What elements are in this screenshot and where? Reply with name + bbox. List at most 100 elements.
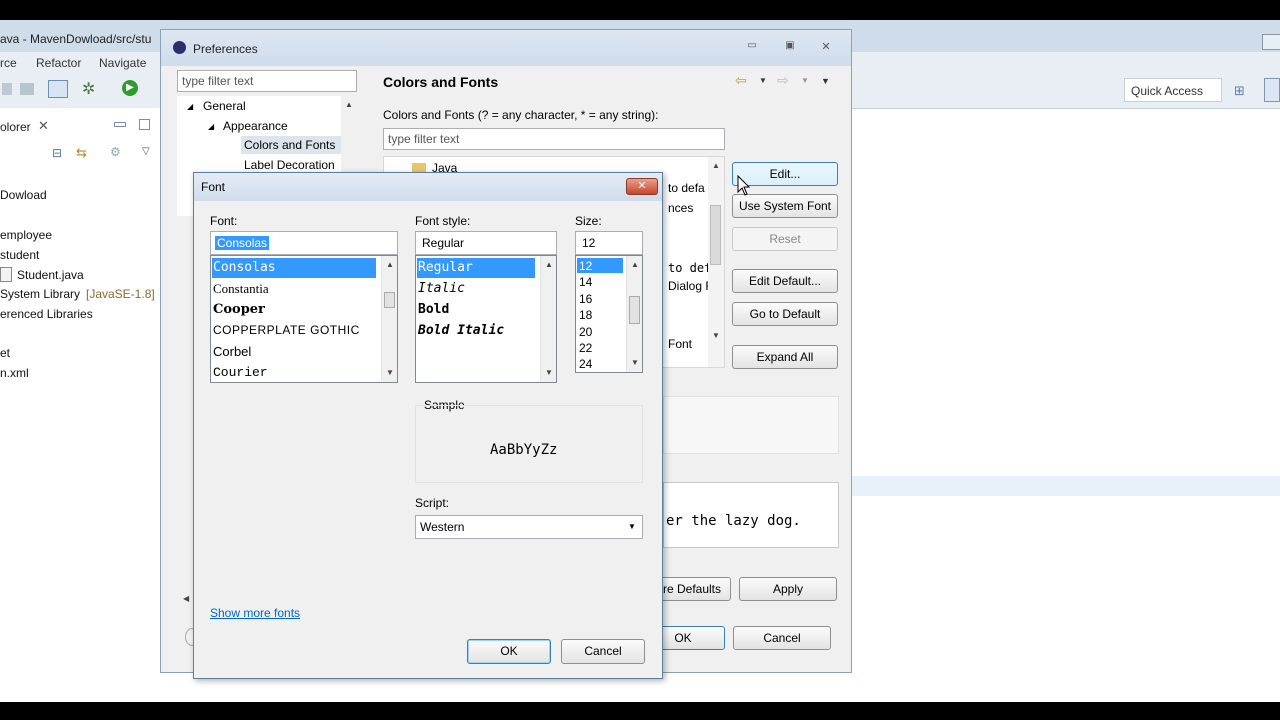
prefs-close-button[interactable]: ✕ bbox=[813, 40, 839, 56]
script-select[interactable]: Western ▼ bbox=[415, 515, 643, 539]
scroll-up-icon[interactable]: ▲ bbox=[345, 100, 353, 109]
debug-icon[interactable]: ✲ bbox=[82, 79, 95, 99]
go-to-default-button[interactable]: Go to Default bbox=[732, 302, 838, 326]
style-item[interactable]: Italic bbox=[418, 281, 465, 296]
size-input[interactable]: 12 bbox=[575, 231, 643, 255]
expand-all-button[interactable]: Expand All bbox=[732, 345, 838, 369]
edit-default-button[interactable]: Edit Default... bbox=[732, 269, 838, 293]
prefs-filter-input[interactable]: type filter text bbox=[177, 70, 357, 92]
minimize-icon[interactable] bbox=[114, 122, 126, 127]
expand-appearance-icon[interactable]: ◢ bbox=[208, 122, 214, 131]
font-style-list[interactable]: Regular Italic Bold Bold Italic ▲ ▼ bbox=[415, 255, 557, 383]
colors-filter-input[interactable]: type filter text bbox=[383, 128, 725, 150]
font-item[interactable]: Consolas bbox=[213, 260, 276, 275]
size-item[interactable]: 22 bbox=[579, 341, 592, 355]
tree-general[interactable]: General bbox=[203, 99, 246, 113]
font-item[interactable]: Cooper bbox=[213, 302, 265, 317]
collapse-all-icon[interactable]: ⊟ bbox=[52, 146, 62, 160]
size-item[interactable]: 12 bbox=[579, 259, 592, 273]
java-perspective-button[interactable] bbox=[1264, 78, 1280, 102]
colors-tree-scrollbar[interactable]: ▲ ▼ bbox=[708, 157, 724, 367]
apply-button[interactable]: Apply bbox=[739, 577, 837, 601]
font-list[interactable]: Consolas Constantia Cooper COPPERPLATE G… bbox=[210, 255, 398, 383]
prefs-minimize-button[interactable]: ▭ bbox=[739, 40, 765, 56]
toolbar-toggle-icon[interactable] bbox=[48, 80, 68, 98]
scroll-thumb[interactable] bbox=[384, 292, 395, 308]
menu-navigate[interactable]: Navigate bbox=[99, 56, 146, 70]
font-cancel-button[interactable]: Cancel bbox=[561, 639, 645, 664]
view-menu-icon[interactable]: ▽ bbox=[142, 146, 150, 157]
style-item[interactable]: Regular bbox=[418, 260, 473, 275]
font-item[interactable]: Constantia bbox=[213, 281, 269, 297]
size-list-scrollbar[interactable]: ▲ ▼ bbox=[626, 256, 642, 372]
tree-item-pom[interactable]: n.xml bbox=[0, 366, 29, 380]
tree-item-package-student[interactable]: student bbox=[0, 248, 39, 262]
toolbar-save-icon[interactable] bbox=[20, 83, 34, 95]
style-item[interactable]: Bold bbox=[418, 302, 449, 317]
scroll-down-icon[interactable]: ▼ bbox=[386, 368, 394, 377]
font-item[interactable]: Courier bbox=[213, 365, 268, 380]
use-system-font-button[interactable]: Use System Font bbox=[732, 194, 838, 218]
size-label: Size: bbox=[575, 214, 602, 228]
prefs-maximize-button[interactable]: ▣ bbox=[777, 40, 803, 56]
chevron-down-icon[interactable]: ▼ bbox=[628, 522, 636, 531]
scroll-up-icon[interactable]: ▲ bbox=[386, 260, 394, 269]
back-icon[interactable]: ⇦ bbox=[735, 72, 747, 89]
forward-menu-icon[interactable]: ▼ bbox=[801, 76, 809, 85]
close-icon[interactable]: ✕ bbox=[38, 118, 49, 134]
link-editor-icon[interactable]: ⇆ bbox=[76, 145, 87, 161]
show-more-fonts-link[interactable]: Show more fonts bbox=[210, 606, 300, 620]
font-item[interactable]: Corbel bbox=[213, 344, 251, 359]
scroll-down-icon[interactable]: ▼ bbox=[712, 331, 720, 340]
eclipse-minimize-button[interactable] bbox=[1262, 34, 1280, 50]
size-list[interactable]: 12 14 16 18 20 22 24 ▲ ▼ bbox=[575, 255, 643, 373]
tree-item-target[interactable]: et bbox=[0, 346, 10, 360]
font-close-button[interactable]: ✕ bbox=[626, 178, 658, 195]
tree-colors-fonts[interactable]: Colors and Fonts bbox=[244, 138, 335, 152]
scroll-up-icon[interactable]: ▲ bbox=[545, 260, 553, 269]
tree-item-referenced-libraries[interactable]: erenced Libraries bbox=[0, 307, 93, 321]
menu-source[interactable]: rce bbox=[0, 56, 17, 70]
style-list-scrollbar[interactable]: ▲ ▼ bbox=[540, 256, 556, 382]
size-item[interactable]: 14 bbox=[579, 275, 592, 289]
scroll-up-icon[interactable]: ▲ bbox=[631, 260, 639, 269]
font-item[interactable]: COPPERPLATE GOTHIC bbox=[213, 323, 360, 337]
size-item[interactable]: 16 bbox=[579, 292, 592, 306]
menu-refactor[interactable]: Refactor bbox=[36, 56, 81, 70]
font-name-input[interactable]: Consolas bbox=[210, 231, 398, 255]
view-menu-icon[interactable]: ▼ bbox=[821, 76, 830, 86]
size-item[interactable]: 24 bbox=[579, 357, 592, 371]
style-item[interactable]: Bold Italic bbox=[418, 323, 504, 338]
toolbar-tool-icon[interactable] bbox=[2, 83, 12, 95]
tree-item-project[interactable]: Dowload bbox=[0, 188, 47, 202]
restore-defaults-button[interactable]: re Defaults bbox=[653, 577, 731, 601]
size-item[interactable]: 18 bbox=[579, 308, 592, 322]
filter-icon[interactable]: ⚙ bbox=[110, 145, 121, 159]
open-perspective-icon[interactable]: ⊞ bbox=[1234, 83, 1245, 99]
scroll-up-icon[interactable]: ▲ bbox=[712, 161, 720, 170]
font-list-scrollbar[interactable]: ▲ ▼ bbox=[381, 256, 397, 382]
back-menu-icon[interactable]: ▼ bbox=[759, 76, 767, 85]
tree-label-decorations[interactable]: Label Decoration bbox=[244, 158, 335, 172]
font-ok-button[interactable]: OK bbox=[467, 639, 551, 664]
quick-access-field[interactable]: Quick Access bbox=[1124, 78, 1222, 102]
run-icon[interactable]: ▶ bbox=[122, 80, 138, 96]
scroll-thumb[interactable] bbox=[629, 296, 640, 324]
tree-appearance[interactable]: Appearance bbox=[223, 119, 288, 133]
package-explorer-tab[interactable]: olorer bbox=[0, 120, 31, 134]
reset-button[interactable]: Reset bbox=[732, 227, 838, 251]
size-item[interactable]: 20 bbox=[579, 325, 592, 339]
forward-icon[interactable]: ⇨ bbox=[777, 72, 789, 89]
scroll-down-icon[interactable]: ▼ bbox=[631, 358, 639, 367]
maximize-icon[interactable] bbox=[139, 119, 150, 130]
scroll-thumb[interactable] bbox=[710, 205, 721, 265]
font-style-input[interactable]: Regular bbox=[415, 231, 557, 255]
scroll-down-icon[interactable]: ▼ bbox=[545, 368, 553, 377]
scroll-left-icon[interactable]: ◀ bbox=[183, 594, 189, 603]
cancel-button[interactable]: Cancel bbox=[733, 626, 831, 650]
font-name-value: Consolas bbox=[215, 236, 270, 250]
tree-item-student-java[interactable]: Student.java bbox=[17, 268, 84, 282]
expand-general-icon[interactable]: ◢ bbox=[187, 102, 193, 111]
tree-item-system-library[interactable]: System Library bbox=[0, 287, 80, 301]
tree-item-package-employee[interactable]: employee bbox=[0, 228, 52, 242]
